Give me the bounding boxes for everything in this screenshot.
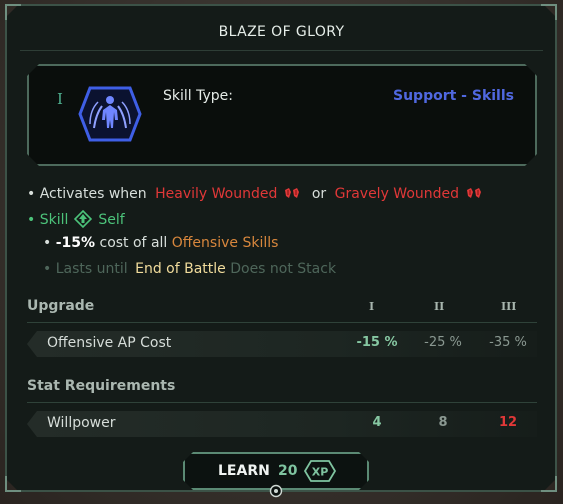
wound-icon bbox=[467, 188, 482, 198]
upgrade-level-3-value: -35 % bbox=[489, 335, 527, 350]
requirement-level-2-value: 8 bbox=[438, 415, 448, 430]
soldier-aura-icon bbox=[78, 86, 142, 142]
panel-corner bbox=[5, 476, 21, 492]
self-target-icon bbox=[74, 210, 93, 228]
upgrade-level-2-value: -25 % bbox=[424, 335, 462, 350]
upgrade-level-1-value: -15 % bbox=[356, 335, 398, 350]
skill-title: BLAZE OF GLORY bbox=[218, 24, 345, 40]
bullet: • bbox=[43, 235, 56, 251]
skill-target-line: • Skill Self bbox=[27, 210, 125, 230]
gravely-wounded-text: Gravely Wounded bbox=[334, 186, 460, 202]
bonus-target: Offensive Skills bbox=[171, 235, 279, 251]
lasts-value: End of Battle bbox=[135, 261, 226, 277]
activation-line: • Activates when Heavily Wounded or Grav… bbox=[27, 186, 489, 202]
stack-note: Does not Stack bbox=[230, 261, 337, 277]
requirements-header-label: Stat Requirements bbox=[27, 378, 176, 394]
bonus-value: -15% bbox=[55, 235, 96, 251]
panel-corner bbox=[5, 4, 21, 20]
activates-text: Activates when bbox=[39, 186, 147, 202]
upgrade-row: Offensive AP Cost -15 % -25 % -35 % bbox=[27, 331, 537, 357]
level-1-header: I bbox=[369, 300, 375, 313]
title-divider bbox=[20, 50, 543, 51]
bonus-line: • -15% cost of all Offensive Skills bbox=[43, 235, 278, 251]
bullet: • bbox=[43, 261, 56, 277]
bullet: • bbox=[27, 186, 40, 202]
lasts-text: Lasts until bbox=[55, 261, 128, 277]
requirements-header: Stat Requirements bbox=[27, 376, 537, 403]
level-2-header: II bbox=[434, 300, 445, 313]
duration-line: • Lasts until End of Battle Does not Sta… bbox=[43, 261, 336, 277]
xp-icon: XP bbox=[303, 460, 337, 482]
or-text: or bbox=[311, 186, 327, 202]
xp-currency: XP bbox=[312, 466, 329, 479]
skill-label: Skill bbox=[39, 212, 69, 228]
self-label: Self bbox=[98, 212, 125, 228]
skill-type-value: Support - Skills bbox=[393, 88, 514, 104]
panel-corner bbox=[541, 476, 557, 492]
wound-icon bbox=[285, 188, 300, 198]
skill-tier: I bbox=[57, 90, 63, 108]
learn-cost: 20 bbox=[278, 463, 298, 479]
level-3-header: III bbox=[501, 300, 517, 313]
bullet: • bbox=[27, 212, 40, 228]
requirement-row: Willpower 4 8 12 bbox=[27, 411, 537, 437]
upgrade-header: Upgrade I II III bbox=[27, 296, 537, 323]
panel-corner bbox=[541, 4, 557, 20]
node-icon bbox=[269, 484, 283, 498]
learn-label: LEARN bbox=[218, 463, 270, 479]
skill-type-label: Skill Type: bbox=[163, 88, 233, 104]
requirement-row-label: Willpower bbox=[47, 415, 116, 431]
heavily-wounded-text: Heavily Wounded bbox=[155, 186, 278, 202]
requirement-level-3-value: 12 bbox=[498, 415, 518, 430]
upgrade-header-label: Upgrade bbox=[27, 298, 95, 314]
bonus-text: cost of all bbox=[99, 235, 168, 251]
requirement-level-1-value: 4 bbox=[372, 415, 382, 430]
upgrade-row-label: Offensive AP Cost bbox=[47, 335, 172, 351]
